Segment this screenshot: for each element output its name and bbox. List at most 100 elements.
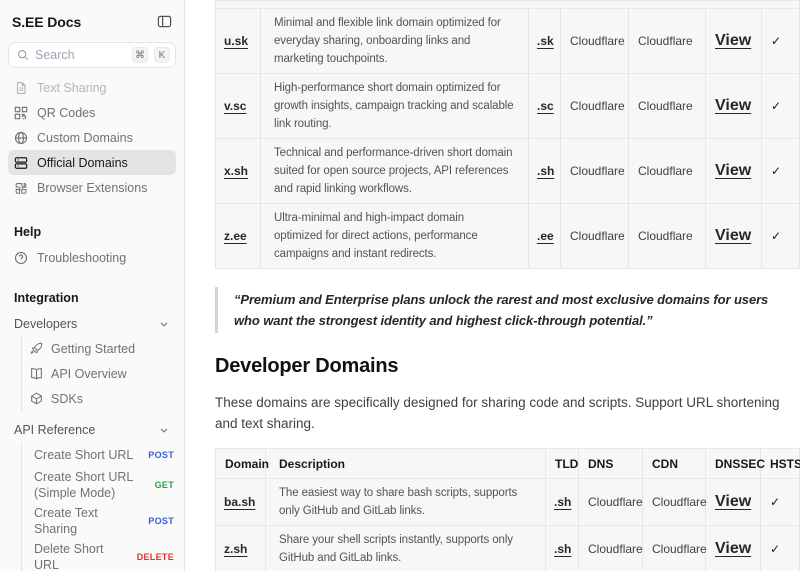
sidebar-item-create-short-url[interactable]: Create Short URL POST [25,442,176,467]
page-heading: Developer Domains [215,355,800,378]
chevron-down-icon [158,424,170,436]
view-link[interactable]: View [715,162,751,179]
sidebar-item-text-sharing[interactable]: Text Sharing [8,75,176,100]
table-row-partial [216,1,800,9]
kbd-cmd: ⌘ [132,47,148,63]
app-title: S.EE Docs [12,14,81,30]
domain-link[interactable]: u.sk [224,34,248,48]
dns-cell: Cloudflare [561,74,629,139]
document-icon [14,81,28,95]
cdn-cell: Cloudflare [629,139,706,204]
domain-description: Ultra-minimal and high-impact domain opt… [261,204,529,269]
sidebar-item-label: Text Sharing [37,81,106,95]
kbd-k: K [154,47,170,63]
hsts-check-icon: ✓ [762,9,800,74]
table-row: u.sk Minimal and flexible link domain op… [216,9,800,74]
table-row: z.ee Ultra-minimal and high-impact domai… [216,204,800,269]
sidebar-item-label: Browser Extensions [37,181,147,195]
sidebar-item-label: Official Domains [37,156,128,170]
sidebar-item-api-overview[interactable]: API Overview [25,361,176,386]
method-badge: DELETE [137,552,174,562]
hsts-check-icon: ✓ [761,526,800,571]
col-header-hsts: HSTS [761,449,800,479]
table-row: z.sh Share your shell scripts instantly,… [216,526,800,571]
qr-code-icon [14,106,28,120]
group-label: Developers [14,317,77,331]
section-heading-integration: Integration [8,291,176,305]
domain-description: Minimal and flexible link domain optimiz… [261,9,529,74]
cube-icon [30,392,43,405]
domain-link[interactable]: ba.sh [224,495,255,509]
api-reference-sublist: Create Short URL POST Create Short URL (… [21,442,176,571]
cdn-cell: Cloudflare [629,74,706,139]
sidebar-item-sdks[interactable]: SDKs [25,386,176,411]
dns-cell: Cloudflare [579,479,643,526]
tld-link[interactable]: .sh [537,164,554,178]
domain-link[interactable]: x.sh [224,164,248,178]
sidebar-item-troubleshooting[interactable]: Troubleshooting [8,245,176,270]
dns-cell: Cloudflare [579,526,643,571]
tld-link[interactable]: .sk [537,34,554,48]
sidebar-toggle-button[interactable] [155,12,174,31]
sidebar-item-delete-short-url[interactable]: Delete Short URL DELETE [25,539,176,571]
premium-quote: “Premium and Enterprise plans unlock the… [215,287,790,333]
sidebar-item-official-domains[interactable]: Official Domains [8,150,176,175]
search-input[interactable] [35,48,126,62]
sidebar-item-custom-domains[interactable]: Custom Domains [8,125,176,150]
table-row: ba.sh The easiest way to share bash scri… [216,479,800,526]
domain-description: Share your shell scripts instantly, supp… [266,526,546,571]
cdn-cell: Cloudflare [629,9,706,74]
hsts-check-icon: ✓ [762,204,800,269]
col-header-tld: TLD [546,449,579,479]
sidebar-item-label: Troubleshooting [37,251,126,265]
col-header-domain: Domain [216,449,266,479]
sidebar-item-label: Create Text Sharing [34,505,142,537]
sidebar-item-browser-extensions[interactable]: Browser Extensions [8,175,176,200]
main-content: u.sk Minimal and flexible link domain op… [185,0,800,571]
tld-link[interactable]: .ee [537,229,554,243]
col-header-dns: DNS [579,449,643,479]
view-link[interactable]: View [715,32,751,49]
tld-link[interactable]: .sh [554,495,571,509]
sidebar-item-create-text-sharing[interactable]: Create Text Sharing POST [25,503,176,539]
tld-link[interactable]: .sh [554,542,571,556]
sidebar-item-create-short-url-simple[interactable]: Create Short URL (Simple Mode) GET [25,467,176,503]
sidebar-item-getting-started[interactable]: Getting Started [25,336,176,361]
group-developers[interactable]: Developers [8,311,176,336]
chevron-down-icon [158,318,170,330]
table-row: x.sh Technical and performance-driven sh… [216,139,800,204]
dns-cell: Cloudflare [561,139,629,204]
sidebar-item-qr-codes[interactable]: QR Codes [8,100,176,125]
book-open-icon [30,367,43,380]
domain-link[interactable]: z.sh [224,542,247,556]
sidebar-item-label: QR Codes [37,106,95,120]
view-link[interactable]: View [715,97,751,114]
table-row: v.sc High-performance short domain optim… [216,74,800,139]
section-heading-help: Help [8,225,176,239]
app-window: S.EE Docs ⌘ K Text Sharing QR Codes Cust… [0,0,800,571]
view-link[interactable]: View [715,493,751,510]
question-circle-icon [14,251,28,265]
panel-left-icon [157,14,172,29]
sidebar-header: S.EE Docs [8,10,176,31]
domain-link[interactable]: z.ee [224,229,247,243]
globe-icon [14,131,28,145]
cdn-cell: Cloudflare [643,526,706,571]
sidebar-item-label: Create Short URL [34,447,133,463]
puzzle-icon [14,181,28,195]
search-box[interactable]: ⌘ K [8,42,176,68]
hsts-check-icon: ✓ [761,479,800,526]
view-link[interactable]: View [715,540,751,557]
sidebar-item-label: API Overview [51,367,127,381]
dns-cell: Cloudflare [561,204,629,269]
view-link[interactable]: View [715,227,751,244]
method-badge: GET [155,480,174,490]
sidebar-item-label: Getting Started [51,342,135,356]
group-api-reference[interactable]: API Reference [8,417,176,442]
sidebar: S.EE Docs ⌘ K Text Sharing QR Codes Cust… [0,0,185,571]
sidebar-item-label: Custom Domains [37,131,133,145]
sidebar-item-label: SDKs [51,392,83,406]
domain-link[interactable]: v.sc [224,99,246,113]
developers-sublist: Getting Started API Overview SDKs [21,336,176,411]
tld-link[interactable]: .sc [537,99,554,113]
